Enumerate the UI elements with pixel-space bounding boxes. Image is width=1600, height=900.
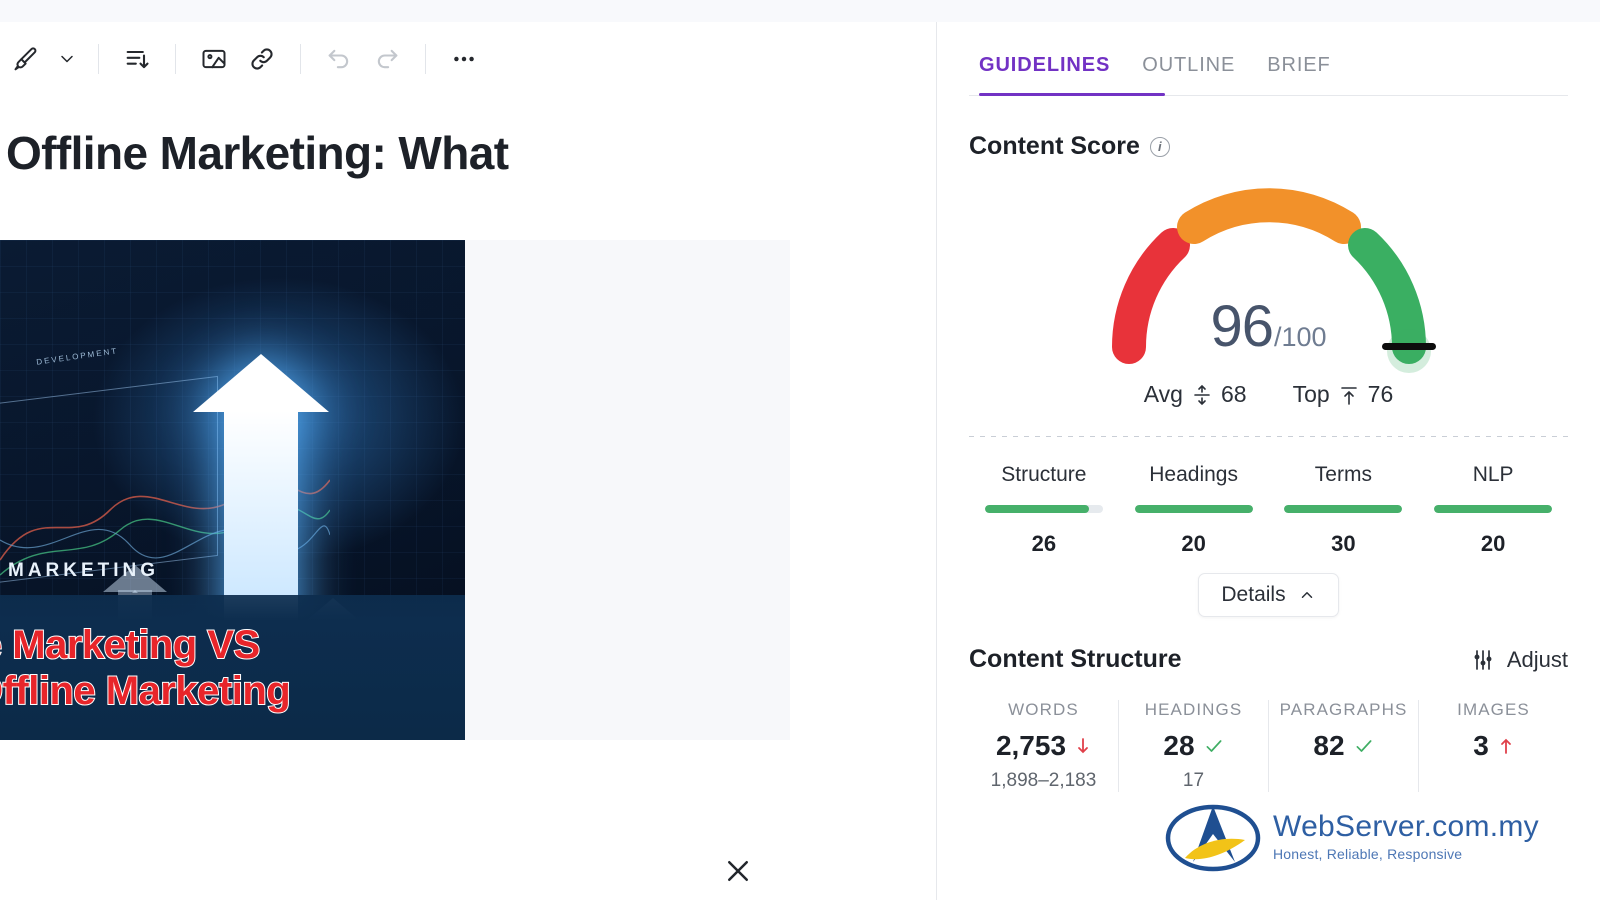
sidebar-tabs: GUIDELINES OUTLINE BRIEF bbox=[969, 22, 1568, 96]
sliders-icon bbox=[1474, 649, 1492, 670]
content-score-header: Content Score i bbox=[969, 132, 1568, 161]
stat-value-row: 28 bbox=[1125, 730, 1262, 762]
stat-value-row: 82 bbox=[1275, 730, 1412, 762]
undo-icon[interactable] bbox=[315, 35, 363, 83]
stat-words[interactable]: WORDS 2,753 1,898–2,183 bbox=[969, 700, 1118, 792]
guidelines-sidebar: GUIDELINES OUTLINE BRIEF Content Score i… bbox=[936, 22, 1600, 900]
content-structure-title: Content Structure bbox=[969, 645, 1182, 673]
image-close-row bbox=[0, 825, 790, 900]
chevron-down-icon[interactable] bbox=[50, 35, 84, 83]
metric-terms[interactable]: Terms 30 bbox=[1269, 463, 1419, 557]
page-title[interactable]: Offline Marketing: What bbox=[0, 126, 936, 180]
metric-nlp[interactable]: NLP 20 bbox=[1418, 463, 1568, 557]
tab-guidelines[interactable]: GUIDELINES bbox=[969, 54, 1132, 95]
stat-sub: 1,898–2,183 bbox=[990, 770, 1097, 791]
content-structure-header: Content Structure Adjust bbox=[969, 645, 1568, 674]
avg-label: Avg bbox=[1143, 381, 1183, 407]
metric-bar bbox=[1434, 505, 1553, 513]
content-score-title: Content Score bbox=[969, 132, 1140, 160]
stat-value: 3 bbox=[1473, 730, 1489, 761]
toolbar-divider bbox=[98, 44, 99, 74]
section-divider bbox=[969, 436, 1568, 437]
app-root: Offline Marketing: What DEVELOPMENT MARK… bbox=[0, 0, 1600, 900]
active-tab-underline bbox=[979, 93, 1165, 96]
metric-label: Terms bbox=[1314, 463, 1372, 486]
stat-images[interactable]: IMAGES 3 bbox=[1418, 700, 1568, 792]
stat-sub: 17 bbox=[1182, 770, 1205, 791]
gauge-benchmarks: Avg 68 Top 76 bbox=[969, 381, 1568, 408]
metric-bar bbox=[1284, 505, 1403, 513]
adjust-label: Adjust bbox=[1506, 646, 1568, 672]
avg-value: 68 bbox=[1220, 381, 1247, 407]
hero-banner: ne Marketing VS Offline Marketing bbox=[0, 595, 465, 740]
top-strip bbox=[0, 0, 1600, 22]
tab-outline[interactable]: OUTLINE bbox=[1132, 54, 1257, 95]
top-label: Top bbox=[1292, 381, 1330, 407]
top-value: 76 bbox=[1367, 381, 1394, 407]
tab-brief[interactable]: BRIEF bbox=[1257, 54, 1352, 95]
chevron-up-icon bbox=[1301, 592, 1312, 598]
toolbar-divider bbox=[425, 44, 426, 74]
arrow-down-icon bbox=[1078, 738, 1088, 754]
metric-label: Headings bbox=[1149, 463, 1238, 486]
close-icon[interactable] bbox=[718, 851, 758, 891]
stat-label: WORDS bbox=[1008, 700, 1079, 719]
gauge-score-number: 96 bbox=[1210, 294, 1274, 359]
stat-headings[interactable]: HEADINGS 28 17 bbox=[1118, 700, 1268, 792]
stat-value: 28 bbox=[1163, 730, 1195, 761]
metric-label: Structure bbox=[1001, 463, 1087, 486]
details-row: Details bbox=[969, 573, 1568, 617]
redo-icon[interactable] bbox=[363, 35, 411, 83]
more-icon[interactable] bbox=[440, 35, 488, 83]
hero-banner-line2: Offline Marketing bbox=[0, 668, 292, 714]
stat-label: PARAGRAPHS bbox=[1279, 700, 1408, 719]
metric-bar bbox=[1134, 505, 1253, 513]
arrow-up-icon bbox=[1500, 738, 1511, 754]
metric-value: 30 bbox=[1331, 531, 1356, 556]
gauge-score-denominator: /100 bbox=[1273, 322, 1327, 352]
image-icon[interactable] bbox=[190, 35, 238, 83]
check-icon bbox=[1356, 740, 1372, 752]
stat-value: 82 bbox=[1313, 730, 1345, 761]
avg-benchmark: Avg 68 bbox=[1144, 381, 1247, 408]
stat-paragraphs[interactable]: PARAGRAPHS 82 bbox=[1268, 700, 1418, 792]
content-structure-stats: WORDS 2,753 1,898–2,183 HEADINGS 28 17 P… bbox=[969, 700, 1568, 792]
format-brush-icon[interactable] bbox=[2, 35, 50, 83]
stat-value: 2,753 bbox=[995, 730, 1067, 761]
top-benchmark: Top 76 bbox=[1293, 381, 1394, 408]
metric-value: 26 bbox=[1031, 531, 1057, 556]
stat-label: HEADINGS bbox=[1144, 700, 1243, 719]
stat-value-row: 2,753 bbox=[975, 730, 1112, 762]
toolbar-divider bbox=[175, 44, 176, 74]
adjust-button[interactable]: Adjust bbox=[1471, 647, 1568, 673]
metric-bar bbox=[984, 505, 1103, 513]
editor-toolbar bbox=[0, 22, 936, 96]
metric-structure[interactable]: Structure 26 bbox=[969, 463, 1119, 557]
hero-image[interactable]: DEVELOPMENT MARKETING ne Marketing VS Of… bbox=[0, 240, 465, 740]
hero-banner-line1: ne Marketing VS bbox=[0, 622, 261, 668]
hero-overlay-label: MARKETING bbox=[8, 560, 160, 581]
editor-pane: Offline Marketing: What DEVELOPMENT MARK… bbox=[0, 22, 936, 900]
top-icon bbox=[1340, 386, 1357, 405]
stat-value-row: 3 bbox=[1425, 730, 1562, 762]
gauge-score-value: 96 /100 bbox=[1210, 293, 1326, 360]
avg-icon bbox=[1194, 384, 1210, 405]
metric-label: NLP bbox=[1472, 463, 1514, 486]
details-button-label: Details bbox=[1221, 583, 1286, 606]
list-sort-icon[interactable] bbox=[113, 35, 161, 83]
info-icon[interactable]: i bbox=[1149, 136, 1170, 157]
content-score-gauge: 96 /100 bbox=[969, 175, 1568, 375]
toolbar-divider bbox=[300, 44, 301, 74]
metric-value: 20 bbox=[1480, 531, 1506, 556]
details-button[interactable]: Details bbox=[1198, 573, 1339, 617]
check-icon bbox=[1206, 740, 1222, 752]
stat-label: IMAGES bbox=[1457, 700, 1530, 719]
metric-headings[interactable]: Headings 20 bbox=[1119, 463, 1269, 557]
score-metrics: Structure 26 Headings 20 Terms 30 NLP 20 bbox=[969, 463, 1568, 557]
metric-value: 20 bbox=[1181, 531, 1206, 556]
link-icon[interactable] bbox=[238, 35, 286, 83]
document-image-block: DEVELOPMENT MARKETING ne Marketing VS Of… bbox=[0, 240, 790, 881]
